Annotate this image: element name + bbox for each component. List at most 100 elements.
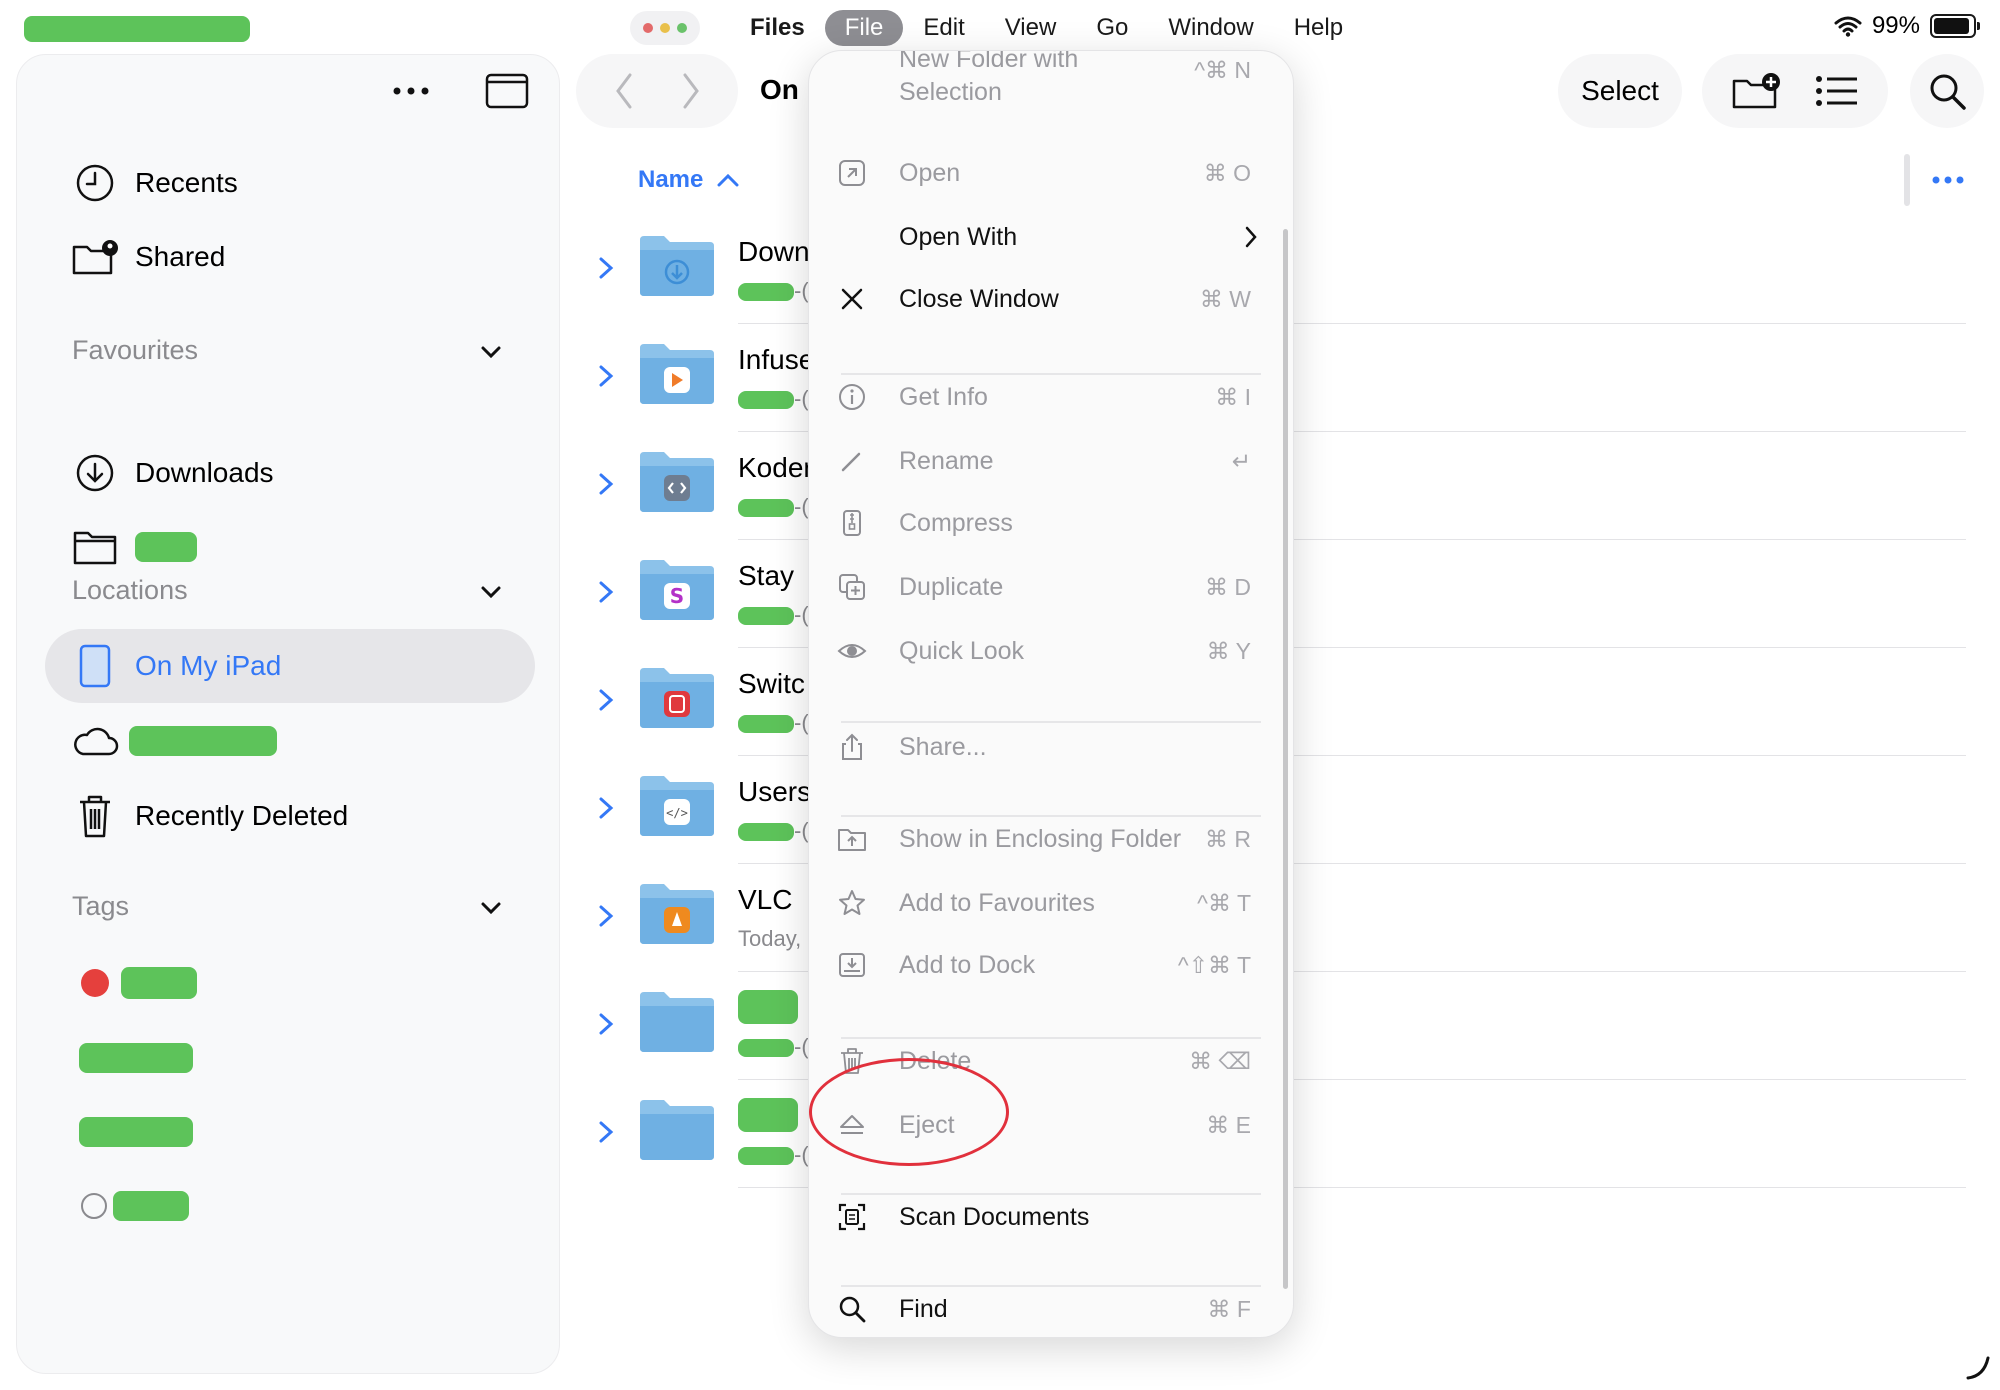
sidebar-item-downloads[interactable]: Downloads xyxy=(71,449,274,497)
quick-look-icon xyxy=(837,644,867,658)
row-meta: -( xyxy=(738,494,809,520)
minimize-dot[interactable] xyxy=(660,23,670,33)
list-view-icon[interactable] xyxy=(1815,73,1859,109)
disclosure-chevron-icon[interactable] xyxy=(596,472,616,496)
sidebar-label-on-my-ipad: On My iPad xyxy=(135,650,282,681)
menu-item-show-in-enclosing-folder[interactable]: Show in Enclosing Folder ⌘ R xyxy=(809,809,1293,869)
menu-item-shortcut: ⌘ ⌫ xyxy=(1189,1047,1251,1074)
disclosure-chevron-icon[interactable] xyxy=(596,256,616,280)
menu-item-label: Find xyxy=(899,1294,948,1323)
find-icon xyxy=(839,1296,866,1323)
search-button[interactable] xyxy=(1910,54,1984,128)
sidebar-label-shared: Shared xyxy=(135,241,226,272)
disclosure-chevron-icon[interactable] xyxy=(596,580,616,604)
open-icon xyxy=(839,160,865,186)
menu-go[interactable]: Go xyxy=(1076,10,1148,46)
redacted-time xyxy=(24,16,250,42)
menu-item-label: Show in Enclosing Folder xyxy=(899,824,1182,853)
sidebar-item-recently-deleted[interactable]: Recently Deleted xyxy=(71,792,348,840)
section-favourites[interactable]: Favourites xyxy=(72,335,198,366)
shared-folder-icon xyxy=(72,240,118,275)
menu-item-find[interactable]: Find ⌘ F xyxy=(809,1279,1293,1337)
menu-item-label: Rename xyxy=(899,446,994,475)
menu-item-label: Open With xyxy=(899,222,1018,251)
menu-item-rename[interactable]: Rename ↵ xyxy=(809,431,1293,491)
disclosure-chevron-icon[interactable] xyxy=(596,1120,616,1144)
rename-icon xyxy=(841,452,861,472)
add-to-dock-icon xyxy=(839,953,865,977)
menu-item-add-to-dock[interactable]: Add to Dock ^⇧⌘ T xyxy=(809,935,1293,995)
sidebar-label-recently-deleted: Recently Deleted xyxy=(135,800,349,831)
sidebar-item-shared[interactable]: Shared xyxy=(71,233,225,281)
sidebar-item-on-my-ipad[interactable]: On My iPad xyxy=(71,642,281,690)
menu-edit[interactable]: Edit xyxy=(903,10,984,46)
folder-icon xyxy=(640,452,714,512)
search-icon xyxy=(1930,74,1966,110)
window-controls[interactable] xyxy=(630,11,700,45)
disclosure-chevron-icon[interactable] xyxy=(596,1012,616,1036)
sidebar-tag-2[interactable] xyxy=(79,1043,193,1078)
sidebar: Recents Shared Favourites Downloads Loca… xyxy=(16,54,560,1374)
sidebar-tag-red[interactable] xyxy=(81,967,197,999)
chevron-down-icon[interactable] xyxy=(479,580,503,604)
back-chevron-icon[interactable] xyxy=(612,71,636,111)
menu-item-open[interactable]: Open ⌘ O xyxy=(809,143,1293,203)
select-button[interactable]: Select xyxy=(1558,54,1682,128)
new-folder-icon[interactable] xyxy=(1731,71,1781,111)
menu-item-scan-documents[interactable]: Scan Documents xyxy=(809,1187,1293,1247)
duplicate-icon xyxy=(839,574,865,600)
folder-icon: S xyxy=(640,560,714,620)
disclosure-chevron-icon[interactable] xyxy=(596,904,616,928)
redacted-folder-name xyxy=(135,532,197,562)
more-options-icon[interactable] xyxy=(1930,174,1966,186)
zoom-dot[interactable] xyxy=(677,23,687,33)
sidebar-tag-3[interactable] xyxy=(79,1117,193,1152)
row-name: Stay xyxy=(738,560,795,591)
sidebar-item-folder[interactable] xyxy=(71,523,197,571)
sidebar-item-recents[interactable]: Recents xyxy=(71,159,238,207)
menu-item-open-with[interactable]: Open With xyxy=(809,207,1293,267)
disclosure-chevron-icon[interactable] xyxy=(596,796,616,820)
menu-item-add-to-favourites[interactable]: Add to Favourites ^⌘ T xyxy=(809,873,1293,933)
menu-view[interactable]: View xyxy=(985,10,1077,46)
disclosure-chevron-icon[interactable] xyxy=(596,364,616,388)
section-locations[interactable]: Locations xyxy=(72,575,188,606)
more-icon[interactable] xyxy=(391,85,431,97)
resize-handle-icon[interactable] xyxy=(1966,1356,1990,1380)
redacted-tag-name xyxy=(79,1117,193,1147)
folder-icon xyxy=(640,1100,714,1160)
menu-item-close-window[interactable]: Close Window ⌘ W xyxy=(809,269,1293,329)
menu-item-shortcut: ^⌘ T xyxy=(1197,889,1251,916)
red-tag-dot xyxy=(81,969,109,997)
menu-item-quick-look[interactable]: Quick Look ⌘ Y xyxy=(809,621,1293,681)
menu-files[interactable]: Files xyxy=(730,10,825,46)
menu-item-share[interactable]: Share... xyxy=(809,717,1293,777)
disclosure-chevron-icon[interactable] xyxy=(596,688,616,712)
sidebar-tag-4[interactable] xyxy=(81,1191,189,1221)
row-name: Users xyxy=(738,776,812,807)
menu-item-shortcut: ⌘ O xyxy=(1203,159,1251,186)
menu-window[interactable]: Window xyxy=(1148,10,1273,46)
menu-item-new-folder-with-selection[interactable]: New Folder with Selection ^⌘ N xyxy=(809,51,1293,143)
folder-icon xyxy=(640,668,714,728)
row-meta: -( xyxy=(738,278,809,304)
forward-chevron-icon[interactable] xyxy=(679,71,703,111)
sidebar-toggle-icon[interactable] xyxy=(485,73,529,109)
redacted-date xyxy=(738,499,794,518)
row-meta-text: -( xyxy=(794,602,809,627)
chevron-down-icon[interactable] xyxy=(479,340,503,364)
chevron-up-icon xyxy=(717,173,739,187)
menu-item-get-info[interactable]: Get Info ⌘ I xyxy=(809,367,1293,427)
menu-item-compress[interactable]: Compress xyxy=(809,493,1293,553)
menu-item-duplicate[interactable]: Duplicate ⌘ D xyxy=(809,557,1293,617)
sidebar-item-cloud[interactable] xyxy=(71,717,277,765)
ipad-icon xyxy=(79,644,111,688)
menu-item-label: Close Window xyxy=(899,284,1059,313)
menu-help[interactable]: Help xyxy=(1274,10,1363,46)
close-dot[interactable] xyxy=(643,23,653,33)
menu-file[interactable]: File xyxy=(824,10,904,46)
section-tags[interactable]: Tags xyxy=(72,891,129,922)
sort-column-name[interactable]: Name xyxy=(638,166,739,194)
chevron-down-icon[interactable] xyxy=(479,896,503,920)
redacted-tag-name xyxy=(121,967,197,999)
